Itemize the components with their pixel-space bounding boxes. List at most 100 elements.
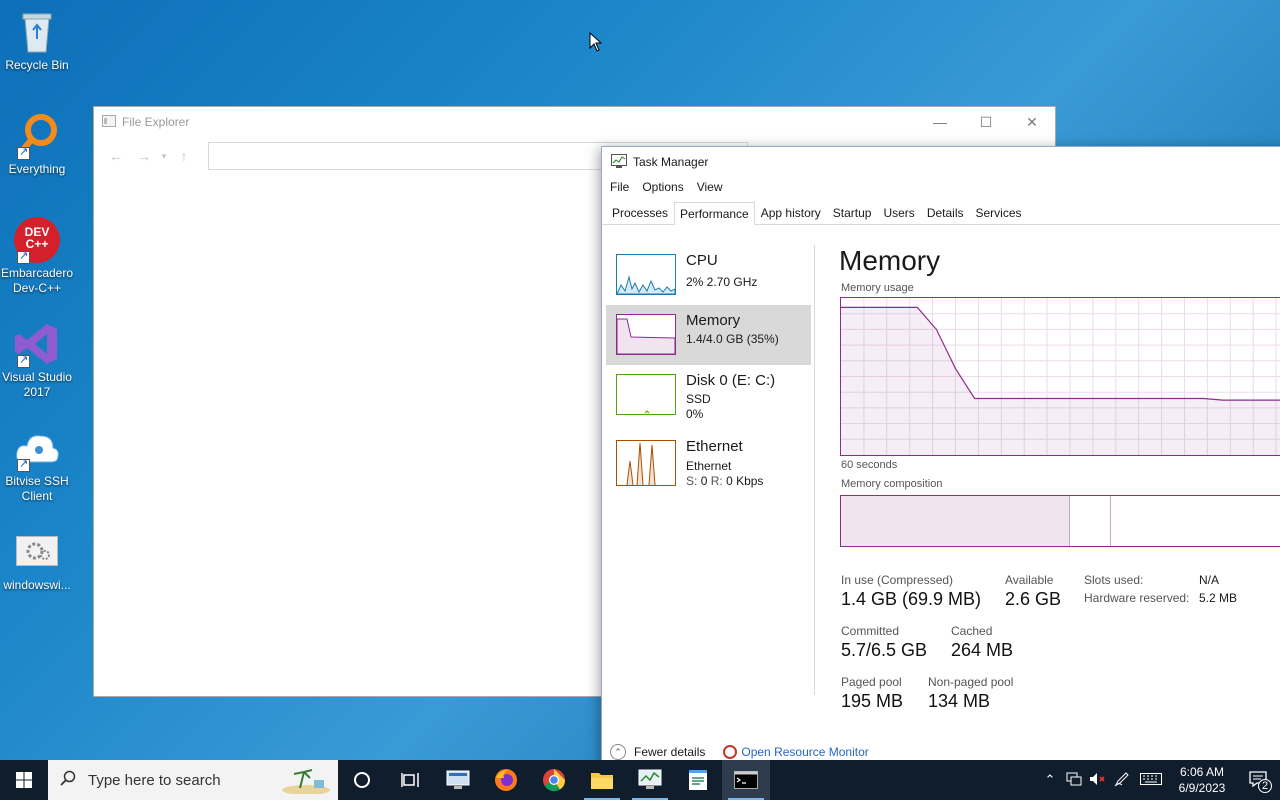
desktop-icon-devcpp[interactable]: DEV C++ Embarcadero Dev-C++ [0,216,74,296]
performance-panel: CPU 2% 2.70 GHz Memory 1.4/4.0 GB (35%) … [602,245,1280,725]
taskbar-notepad[interactable] [674,760,722,800]
ethernet-thumbnail-graph [616,440,676,486]
forward-arrow-icon[interactable]: → [130,148,158,164]
everything-icon [13,112,61,160]
panel-divider [814,245,815,695]
maximize-button[interactable]: ☐ [963,107,1009,137]
task-manager-menubar: File Options View [602,177,1280,197]
up-arrow-icon[interactable]: ↑ [170,148,198,164]
open-resource-monitor-link[interactable]: Open Resource Monitor [723,745,869,760]
desktop-icon-label: windowswi... [3,578,71,592]
committed-label: Committed [841,624,900,638]
resource-throughput: S: 0 R: 0 Kbps [686,474,763,488]
clock-time: 6:06 AM [1179,765,1225,779]
in-use-label: In use (Compressed) [841,573,954,587]
taskbar-clock[interactable]: 6:06 AM 6/9/2023 [1168,764,1236,796]
bitvise-icon [13,424,61,472]
task-manager-tabs: Processes Performance App history Startu… [602,201,1280,225]
resource-item-cpu[interactable]: CPU 2% 2.70 GHz [606,245,811,305]
resource-name: Disk 0 (E: C:) [686,372,776,389]
folder-icon [591,773,613,789]
send-value: 0 [700,474,708,488]
start-button[interactable] [0,760,48,800]
network-icon[interactable] [1062,772,1086,789]
memory-usage-label: Memory usage [841,282,914,294]
resource-detail: 2% 2.70 GHz [686,275,758,289]
desktop-icon-everything[interactable]: Everything [0,112,74,177]
resource-detail: Ethernet [686,459,732,473]
fewer-details-link[interactable]: Fewer details [634,745,705,759]
desktop-icon-label: Bitvise SSH Client [5,474,69,503]
pen-icon[interactable] [1110,771,1134,790]
task-view-button[interactable] [386,760,434,800]
desktop-icon-windowswi[interactable]: windowswi... [0,530,74,593]
taskbar-task-manager[interactable] [626,760,674,800]
committed-value: 5.7/6.5 GB [841,640,928,660]
desktop-icon-bitvise[interactable]: Bitvise SSH Client [0,424,74,504]
settings-file-icon [16,536,58,566]
task-manager-titlebar[interactable]: Task Manager [602,147,1280,177]
menu-file[interactable]: File [610,177,636,197]
resource-item-ethernet[interactable]: Ethernet Ethernet S: 0 R: 0 Kbps [606,425,811,491]
tab-users[interactable]: Users [877,201,920,224]
shortcut-arrow-icon [17,145,30,160]
task-manager-window[interactable]: Task Manager File Options View Processes… [601,146,1280,766]
resource-list: CPU 2% 2.70 GHz Memory 1.4/4.0 GB (35%) … [606,245,811,491]
resource-name: CPU [686,252,718,269]
action-center-button[interactable]: 2 [1236,770,1280,793]
non-paged-pool-label: Non-paged pool [928,675,1014,689]
paged-pool-value: 195 MB [841,691,904,711]
chrome-icon [543,769,566,792]
terminal-icon [734,771,758,789]
taskbar-remote-desktop[interactable] [434,760,482,800]
volume-muted-icon[interactable] [1086,772,1110,789]
tab-performance[interactable]: Performance [674,202,755,225]
resource-item-disk[interactable]: Disk 0 (E: C:) SSD 0% [606,365,811,425]
tab-services[interactable]: Services [970,201,1028,224]
keyboard-icon[interactable] [1134,772,1168,788]
taskbar-chrome[interactable] [530,760,578,800]
resource-item-memory[interactable]: Memory 1.4/4.0 GB (35%) [606,305,811,365]
cached-label: Cached [951,624,993,638]
resource-detail: 1.4/4.0 GB (35%) [686,332,779,346]
desktop-icon-label: Visual Studio 2017 [2,370,72,399]
non-paged-pool-value: 134 MB [928,691,991,711]
mouse-cursor [589,31,603,55]
minimize-button[interactable]: — [917,107,963,137]
tab-details[interactable]: Details [921,201,970,224]
slots-used-value: N/A [1199,573,1220,587]
slots-used-label: Slots used: [1084,573,1144,587]
resource-name: Memory [686,312,741,329]
resource-detail: SSD [686,392,711,406]
composition-in-use-segment [841,496,1070,546]
recent-chevron-down-icon[interactable]: ▾ [158,151,170,162]
task-manager-title: Task Manager [633,155,709,169]
monitor-app-icon [446,770,470,789]
tab-processes[interactable]: Processes [606,201,674,224]
taskbar-search-box[interactable]: Type here to search [48,760,338,800]
taskbar: Type here to search ⌃ 6:06 AM 6/9/2023 2 [0,760,1280,800]
explorer-window-controls: — ☐ ✕ [917,107,1055,137]
close-button[interactable]: ✕ [1009,107,1055,137]
menu-options[interactable]: Options [642,177,690,197]
explorer-titlebar[interactable]: File Explorer [94,107,1055,137]
system-tray: ⌃ 6:06 AM 6/9/2023 2 [1038,760,1280,800]
taskbar-command-prompt[interactable] [722,760,770,800]
fewer-details-chevron-up-icon[interactable]: ⌃ [610,744,626,760]
taskbar-firefox[interactable] [482,760,530,800]
tab-startup[interactable]: Startup [827,201,878,224]
send-label: S: [686,474,698,488]
task-manager-icon [638,769,662,789]
search-placeholder: Type here to search [88,771,221,789]
tab-app-history[interactable]: App history [755,201,827,224]
show-hidden-icons-chevron-up-icon[interactable]: ⌃ [1038,772,1062,788]
menu-view[interactable]: View [697,177,730,197]
memory-thumbnail-graph [616,314,676,355]
devcpp-icon: DEV C++ [13,216,61,264]
desktop-icon-recycle-bin[interactable]: Recycle Bin [0,8,74,73]
cortana-button[interactable] [338,760,386,800]
taskbar-file-explorer[interactable] [578,760,626,800]
back-arrow-icon[interactable]: ← [102,148,130,164]
desktop-icon-label: Embarcadero Dev-C++ [0,266,74,295]
desktop-icon-visual-studio[interactable]: Visual Studio 2017 [0,320,74,400]
